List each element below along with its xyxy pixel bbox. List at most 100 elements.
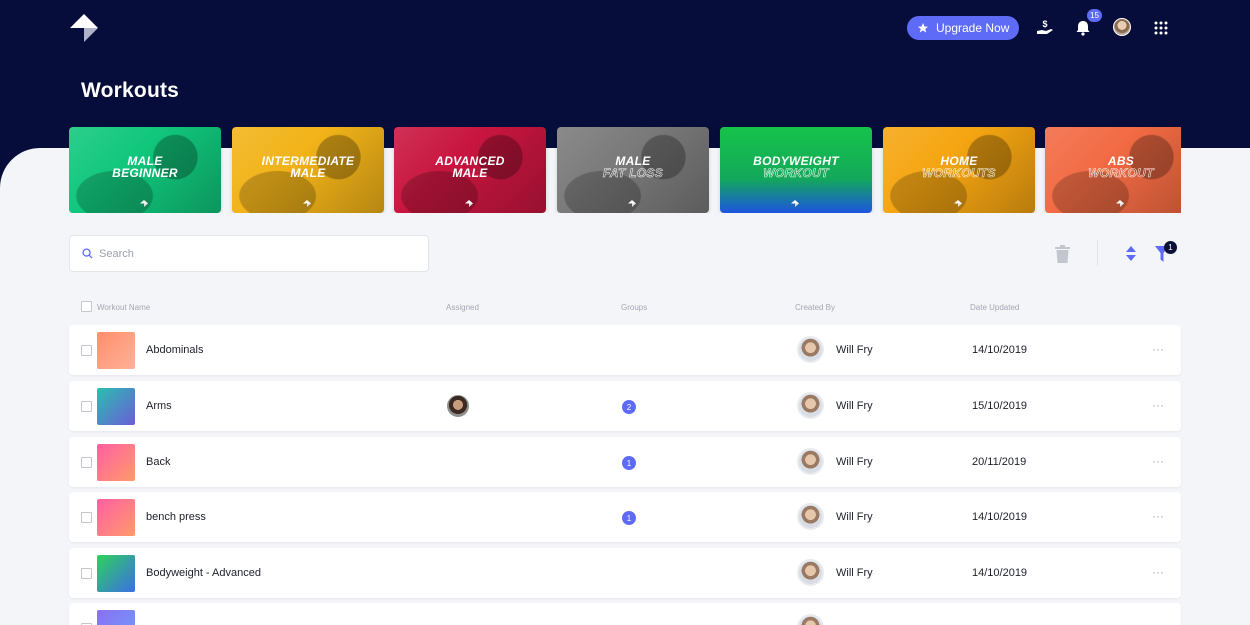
column-header-workout-name[interactable]: Workout Name xyxy=(97,303,150,312)
row-checkbox[interactable] xyxy=(81,345,92,356)
row-checkbox[interactable] xyxy=(81,512,92,523)
created-by: Will Fry xyxy=(836,567,873,579)
category-card[interactable]: HOME WORKOUTS xyxy=(883,127,1035,213)
workout-thumbnail xyxy=(97,444,135,481)
upgrade-now-label: Upgrade Now xyxy=(936,21,1010,35)
more-options-icon[interactable]: ··· xyxy=(1152,342,1164,356)
apps-grid-icon[interactable] xyxy=(1150,17,1172,39)
workout-thumbnail xyxy=(97,388,135,425)
more-options-icon[interactable]: ··· xyxy=(1152,454,1164,468)
sort-icon[interactable] xyxy=(1124,245,1137,262)
workout-name[interactable]: Arms xyxy=(146,400,172,412)
logo-mark-icon xyxy=(954,200,962,207)
creator-avatar xyxy=(797,392,824,419)
search-icon xyxy=(82,248,93,259)
column-header-date-updated[interactable]: Date Updated xyxy=(970,303,1019,312)
logo-icon[interactable] xyxy=(68,12,100,44)
creator-avatar xyxy=(797,503,824,530)
row-checkbox[interactable] xyxy=(81,401,92,412)
notification-count-badge: 15 xyxy=(1087,9,1102,22)
category-label-line2: MALE xyxy=(290,166,326,180)
logo-mark-icon xyxy=(465,200,473,207)
logo-mark-icon xyxy=(791,200,799,207)
column-header-assigned[interactable]: Assigned xyxy=(446,303,479,312)
table-row[interactable]: bench press 1 Will Fry 14/10/2019 ··· xyxy=(69,492,1181,542)
table-row[interactable]: Bodyweight - Advanced Will Fry 14/10/2019 ·… xyxy=(69,548,1181,598)
workout-thumbnail xyxy=(97,555,135,592)
column-header-groups[interactable]: Groups xyxy=(621,303,647,312)
category-card[interactable]: MALE BEGINNER xyxy=(69,127,221,213)
upgrade-now-button[interactable]: Upgrade Now xyxy=(907,16,1019,40)
groups-count-badge[interactable]: 2 xyxy=(622,400,636,414)
assigned-user-avatar[interactable] xyxy=(447,395,469,417)
table-row[interactable]: Abdominals Will Fry 14/10/2019 ··· xyxy=(69,325,1181,375)
created-by: Will Fry xyxy=(836,344,873,356)
table-row[interactable]: Back 1 Will Fry 20/11/2019 ··· xyxy=(69,437,1181,487)
groups-count-badge[interactable]: 1 xyxy=(622,511,636,525)
category-card[interactable]: ADVANCED MALE xyxy=(394,127,546,213)
workout-name[interactable]: bench press xyxy=(146,511,206,523)
created-by: Will Fry xyxy=(836,456,873,468)
workout-name[interactable]: Abdominals xyxy=(146,344,203,356)
pricing-icon[interactable]: $ xyxy=(1034,17,1056,39)
creator-avatar xyxy=(797,336,824,363)
category-card-label: HOME WORKOUTS xyxy=(883,155,1035,179)
category-label-line2: WORKOUTS xyxy=(922,166,996,180)
creator-avatar xyxy=(797,559,824,586)
toolbar-divider xyxy=(1097,240,1098,266)
logo-mark-icon xyxy=(140,200,148,207)
workout-thumbnail xyxy=(97,332,135,369)
category-card-label: ADVANCED MALE xyxy=(394,155,546,179)
row-checkbox[interactable] xyxy=(81,457,92,468)
created-by: Will Fry xyxy=(836,511,873,523)
category-card[interactable]: BODYWEIGHT WORKOUT xyxy=(720,127,872,213)
workout-category-carousel: MALE BEGINNER INTERMEDIATE MALE ADVANCED MALE… xyxy=(69,127,1181,213)
category-card[interactable]: INTERMEDIATE MALE xyxy=(232,127,384,213)
date-updated: 20/11/2019 xyxy=(972,456,1027,468)
row-checkbox[interactable] xyxy=(81,568,92,579)
category-card[interactable]: MALE FAT LOSS xyxy=(557,127,709,213)
user-avatar[interactable] xyxy=(1113,18,1131,36)
page-title: Workouts xyxy=(81,79,180,102)
category-label-line2: BEGINNER xyxy=(112,166,178,180)
category-label-line2: MALE xyxy=(452,166,488,180)
workout-name[interactable]: Bodyweight - Advanced xyxy=(146,567,261,579)
more-options-icon[interactable]: ··· xyxy=(1152,509,1164,523)
trash-icon[interactable] xyxy=(1053,244,1071,263)
more-options-icon[interactable]: ··· xyxy=(1152,565,1164,579)
search-field[interactable] xyxy=(69,235,429,272)
more-options-icon[interactable]: ··· xyxy=(1152,398,1164,412)
category-card-label: MALE BEGINNER xyxy=(69,155,221,179)
table-row[interactable]: ··· xyxy=(69,603,1181,625)
more-options-icon[interactable]: ··· xyxy=(1152,620,1164,625)
category-card-label: ABS WORKOUT xyxy=(1045,155,1181,179)
column-header-created-by[interactable]: Created By xyxy=(795,303,835,312)
logo-mark-icon xyxy=(628,200,636,207)
groups-count-badge[interactable]: 1 xyxy=(622,456,636,470)
logo-mark-icon xyxy=(1116,200,1124,207)
filter-count-badge: 1 xyxy=(1164,241,1177,254)
date-updated: 15/10/2019 xyxy=(972,400,1028,412)
created-by: Will Fry xyxy=(836,400,873,412)
category-label-line2: FAT LOSS xyxy=(602,166,664,180)
select-all-checkbox[interactable] xyxy=(81,301,92,312)
creator-avatar xyxy=(797,614,824,625)
star-icon xyxy=(918,23,928,33)
date-updated: 14/10/2019 xyxy=(972,344,1028,356)
table-row[interactable]: Arms 2 Will Fry 15/10/2019 ··· xyxy=(69,381,1181,431)
svg-text:$: $ xyxy=(1042,19,1047,29)
category-card[interactable]: ABS WORKOUT xyxy=(1045,127,1181,213)
workout-thumbnail xyxy=(97,610,135,625)
category-card-label: INTERMEDIATE MALE xyxy=(232,155,384,179)
category-label-line2: WORKOUT xyxy=(1088,166,1154,180)
date-updated: 14/10/2019 xyxy=(972,567,1028,579)
creator-avatar xyxy=(797,448,824,475)
search-input[interactable] xyxy=(99,247,399,260)
header-background xyxy=(0,0,1250,148)
logo-mark-icon xyxy=(303,200,311,207)
workout-name[interactable]: Back xyxy=(146,456,170,468)
category-card-label: BODYWEIGHT WORKOUT xyxy=(720,155,872,179)
category-label-line2: WORKOUT xyxy=(763,166,829,180)
category-card-label: MALE FAT LOSS xyxy=(557,155,709,179)
workout-thumbnail xyxy=(97,499,135,536)
